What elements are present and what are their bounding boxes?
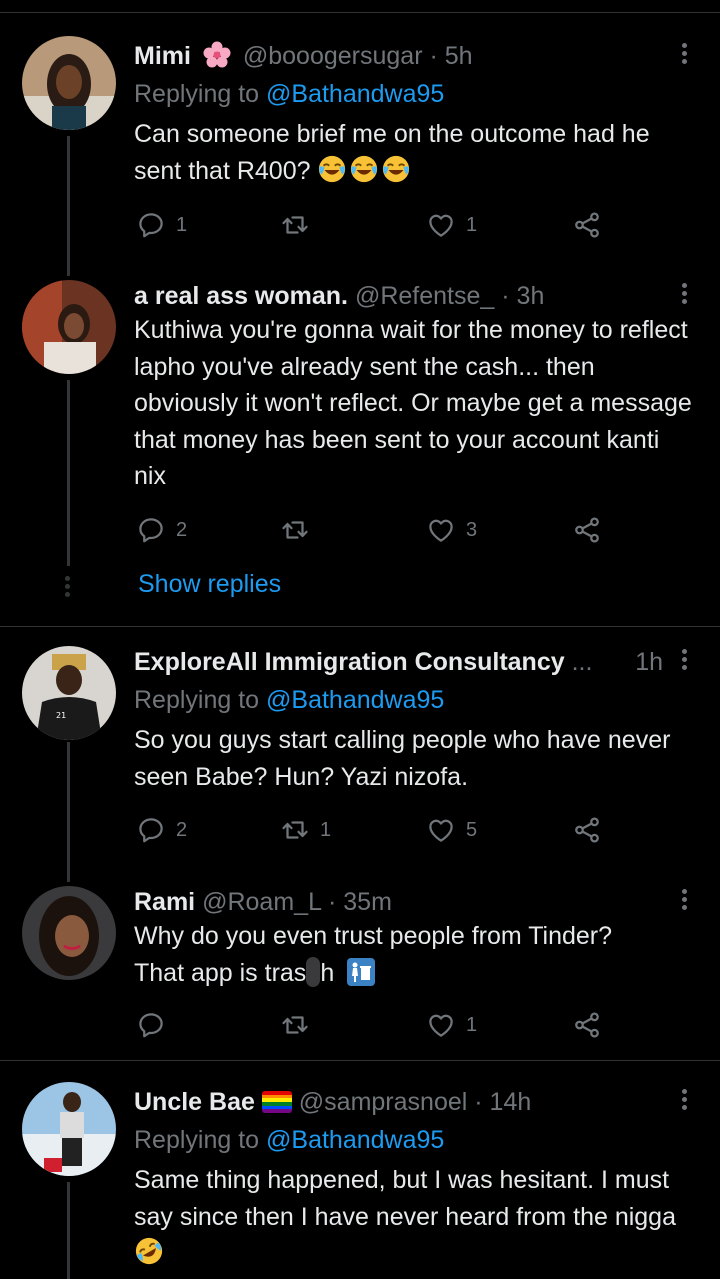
reply-icon [136, 815, 166, 845]
more-options-icon[interactable] [674, 886, 694, 914]
rainbow-flag-icon [261, 1091, 292, 1113]
tweet-text: Same thing happened, but I was hesitant.… [134, 1162, 692, 1272]
cherry-blossom-icon [202, 40, 232, 70]
heart-icon [426, 1010, 456, 1040]
avatar[interactable] [22, 280, 116, 374]
reply-icon [136, 210, 166, 240]
heart-icon [426, 515, 456, 545]
divider [0, 626, 720, 627]
timestamp[interactable]: 3h [517, 282, 545, 310]
retweet-icon [280, 815, 310, 845]
more-options-icon[interactable] [674, 646, 694, 674]
retweet-button[interactable] [280, 513, 320, 547]
thread-line [67, 1182, 70, 1279]
handle[interactable]: @booogersugar [243, 42, 423, 70]
like-button[interactable]: 1 [426, 1008, 477, 1042]
share-icon [572, 515, 602, 545]
reply-icon [136, 515, 166, 545]
tweet-header: Mimi @booogersugar · 5h [134, 40, 473, 70]
display-name[interactable]: Rami [134, 888, 195, 916]
timestamp[interactable]: 1h [635, 646, 663, 678]
handle[interactable]: .. [572, 648, 586, 676]
like-button[interactable]: 5 [426, 813, 477, 847]
tweet-actions: 2 1 5 [134, 813, 614, 847]
display-name[interactable]: ExploreAll Immigration Consultancy [134, 648, 565, 676]
more-options-icon[interactable] [674, 40, 694, 68]
reply-button[interactable]: 2 [136, 813, 187, 847]
display-name[interactable]: Uncle Bae [134, 1088, 255, 1116]
timestamp[interactable]: 5h [445, 42, 473, 70]
more-options-icon[interactable] [674, 280, 694, 308]
tweet-text: So you guys start calling people who hav… [134, 726, 671, 791]
retweet-icon [280, 210, 310, 240]
retweet-icon [280, 1010, 310, 1040]
tweet-text: Kuthiwa you're gonna wait for the money … [134, 316, 692, 490]
handle[interactable]: @Refentse_ [355, 282, 494, 310]
tweet-text: Can someone brief me on the outcome had … [134, 120, 650, 185]
thread-line [67, 742, 70, 882]
tweet-actions: 1 1 [134, 208, 614, 242]
svg-text:21: 21 [56, 711, 66, 720]
rolling-on-floor-laughing-icon [134, 1236, 164, 1266]
mention-link[interactable]: @Bathandwa95 [266, 80, 444, 108]
share-button[interactable] [572, 813, 602, 847]
face-with-tears-of-joy-icon [349, 154, 379, 184]
reply-button[interactable] [136, 1008, 176, 1042]
handle[interactable]: @samprasnoel [299, 1088, 468, 1116]
retweet-button[interactable] [280, 208, 320, 242]
thread-line [67, 136, 70, 276]
reply-button[interactable]: 2 [136, 513, 187, 547]
timestamp[interactable]: 14h [490, 1088, 532, 1116]
scroll-cursor [306, 956, 321, 987]
share-icon [572, 1010, 602, 1040]
replying-to: Replying to @Bathandwa95 [134, 686, 445, 714]
tweet-header: Uncle Bae @samprasnoel · 14h [134, 1088, 532, 1116]
top-divider [0, 12, 720, 13]
like-button[interactable]: 3 [426, 513, 477, 547]
share-icon [572, 815, 602, 845]
tweet-header: Rami @Roam_L · 35m [134, 888, 392, 916]
share-button[interactable] [572, 1008, 602, 1042]
reply-icon [136, 1010, 166, 1040]
trash-can-icon [347, 957, 376, 986]
display-name[interactable]: a real ass woman. [134, 282, 348, 310]
tweet-header: a real ass woman. @Refentse_ · 3h [134, 282, 545, 310]
avatar[interactable] [22, 1082, 116, 1176]
share-button[interactable] [572, 208, 602, 242]
like-button[interactable]: 1 [426, 208, 477, 242]
replying-to: Replying to @Bathandwa95 [134, 80, 445, 108]
tweet-actions: 1 [134, 1008, 614, 1042]
mention-link[interactable]: @Bathandwa95 [266, 1126, 444, 1154]
tweet-actions: 2 3 [134, 513, 614, 547]
timestamp[interactable]: 35m [343, 888, 392, 916]
avatar[interactable] [22, 36, 116, 130]
handle[interactable]: @Roam_L [202, 888, 321, 916]
share-button[interactable] [572, 513, 602, 547]
retweet-icon [280, 515, 310, 545]
divider [0, 1060, 720, 1061]
share-icon [572, 210, 602, 240]
display-name[interactable]: Mimi [134, 42, 191, 70]
avatar[interactable] [22, 886, 116, 980]
tweet-header: ExploreAll Immigration Consultancy ... [134, 648, 593, 676]
heart-icon [426, 210, 456, 240]
heart-icon [426, 815, 456, 845]
show-replies-link[interactable]: Show replies [138, 570, 281, 599]
reply-button[interactable]: 1 [136, 208, 187, 242]
replying-to: Replying to @Bathandwa95 [134, 1126, 445, 1154]
retweet-button[interactable]: 1 [280, 813, 331, 847]
thread-continuation-dots [65, 573, 71, 600]
tweet-text: Why do you even trust people from Tinder… [134, 922, 613, 987]
face-with-tears-of-joy-icon [381, 154, 411, 184]
avatar[interactable]: 21 [22, 646, 116, 740]
retweet-button[interactable] [280, 1008, 320, 1042]
mention-link[interactable]: @Bathandwa95 [266, 686, 444, 714]
face-with-tears-of-joy-icon [317, 154, 347, 184]
more-options-icon[interactable] [674, 1086, 694, 1114]
thread-line [67, 380, 70, 566]
